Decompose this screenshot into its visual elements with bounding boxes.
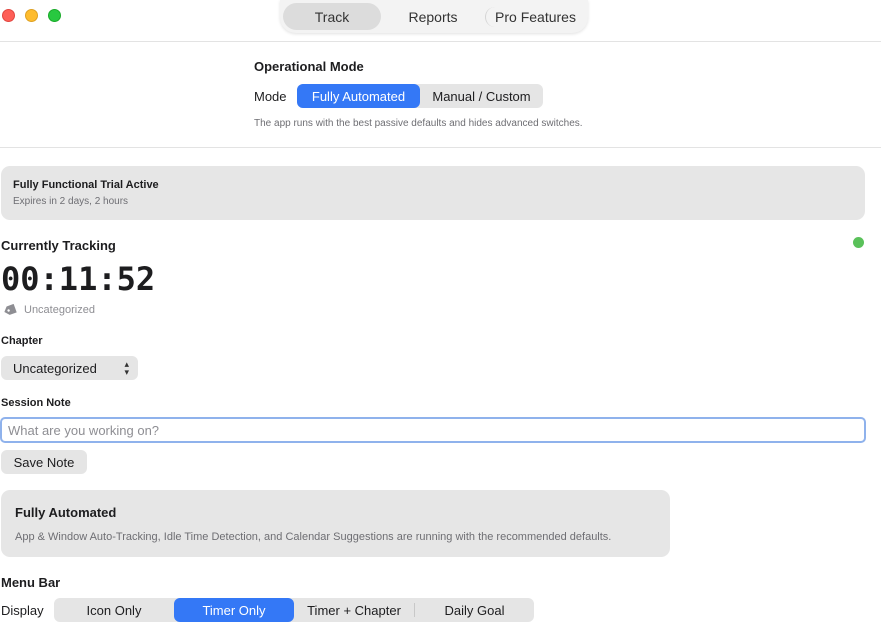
close-window-button[interactable]: [2, 9, 15, 22]
chapter-select-value: Uncategorized: [13, 360, 97, 376]
automation-card-title: Fully Automated: [15, 505, 117, 520]
section-divider: [0, 147, 881, 148]
tracking-timer: 00:11:52: [1, 260, 156, 298]
display-option-timer-chapter[interactable]: Timer + Chapter: [294, 598, 414, 622]
minimize-window-button[interactable]: [25, 9, 38, 22]
tag-icon: [4, 304, 17, 315]
toolbar-divider: [0, 41, 881, 42]
trial-title: Fully Functional Trial Active: [13, 179, 159, 191]
tab-reports[interactable]: Reports: [381, 3, 485, 30]
tab-track[interactable]: Track: [283, 3, 381, 30]
menu-bar-title: Menu Bar: [1, 575, 61, 590]
chevron-up-down-icon: ▴ ▾: [124, 359, 129, 377]
operational-mode-title: Operational Mode: [254, 59, 364, 74]
trial-subtitle: Expires in 2 days, 2 hours: [13, 196, 129, 207]
automation-info-card: Fully Automated App & Window Auto-Tracki…: [1, 490, 670, 557]
mode-option-fully-automated[interactable]: Fully Automated: [297, 84, 420, 108]
mode-label: Mode: [254, 89, 287, 104]
session-note-label: Session Note: [1, 397, 71, 409]
mode-option-manual-custom[interactable]: Manual / Custom: [420, 84, 543, 108]
display-label: Display: [1, 603, 44, 618]
display-option-icon-only[interactable]: Icon Only: [54, 598, 174, 622]
save-note-button[interactable]: Save Note: [1, 450, 87, 474]
tracking-status-indicator: [853, 237, 864, 248]
main-tab-bar: Track Reports Pro Features: [280, 0, 588, 33]
session-note-input[interactable]: [0, 417, 866, 443]
maximize-window-button[interactable]: [48, 9, 61, 22]
trial-card: Fully Functional Trial Active Expires in…: [1, 166, 865, 220]
tab-pro-features[interactable]: Pro Features: [485, 6, 585, 27]
automation-card-description: App & Window Auto-Tracking, Idle Time De…: [15, 531, 612, 543]
display-option-timer-only[interactable]: Timer Only: [174, 598, 294, 622]
tracking-category: Uncategorized: [24, 304, 95, 316]
chapter-select[interactable]: Uncategorized ▴ ▾: [1, 356, 138, 380]
mode-description: The app runs with the best passive defau…: [254, 118, 583, 129]
currently-tracking-title: Currently Tracking: [1, 238, 116, 253]
menu-bar-display-segmented-control: Icon Only Timer Only Timer + Chapter Dai…: [54, 598, 534, 622]
chapter-label: Chapter: [1, 335, 43, 347]
display-option-daily-goal[interactable]: Daily Goal: [415, 598, 534, 622]
mode-segmented-control: Fully Automated Manual / Custom: [297, 84, 543, 108]
